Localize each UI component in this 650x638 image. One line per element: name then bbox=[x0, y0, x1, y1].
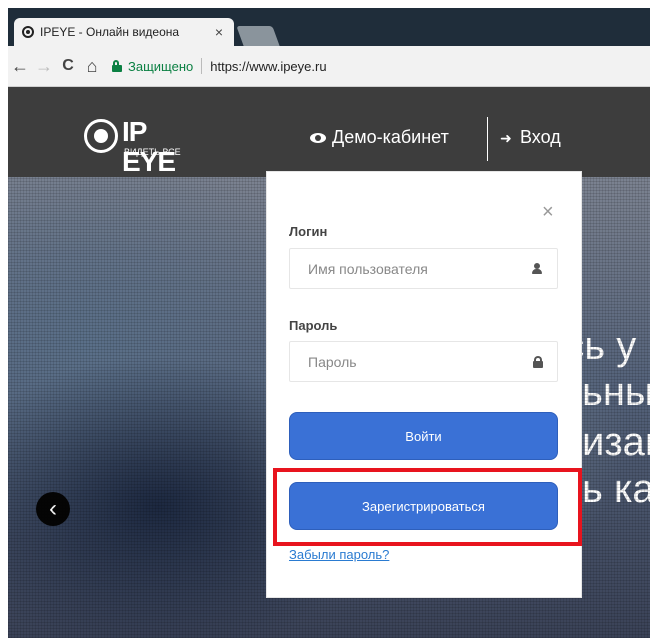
hero-text-line: изац bbox=[582, 420, 650, 464]
nav-divider bbox=[487, 117, 488, 161]
password-label: Пароль bbox=[289, 318, 338, 333]
user-icon bbox=[531, 262, 543, 275]
eye-logo-icon bbox=[84, 119, 118, 153]
forward-icon[interactable]: → bbox=[32, 56, 56, 77]
forgot-password-link[interactable]: Забыли пароль? bbox=[289, 547, 389, 562]
home-icon[interactable]: ⌂ bbox=[80, 56, 104, 77]
new-tab-button[interactable] bbox=[236, 26, 280, 46]
username-field[interactable] bbox=[289, 248, 558, 289]
url-divider bbox=[201, 58, 203, 74]
login-label: Логин bbox=[289, 224, 328, 239]
browser-tab-bar: IPEYE - Онлайн видеона × bbox=[0, 0, 650, 46]
reload-icon[interactable]: C bbox=[56, 57, 80, 75]
site-favicon-icon bbox=[22, 26, 34, 38]
back-icon[interactable]: ← bbox=[8, 56, 32, 77]
lock-icon bbox=[533, 355, 543, 368]
site-header: IP EYE ВИДЕТЬ ВСЕ Демо-кабинет ➜ Вход bbox=[8, 87, 650, 177]
logo-tagline: ВИДЕТЬ ВСЕ bbox=[124, 147, 181, 157]
demo-cabinet-link[interactable]: Демо-кабинет bbox=[310, 127, 449, 148]
eye-icon bbox=[310, 132, 326, 143]
demo-cabinet-label: Демо-кабинет bbox=[332, 127, 449, 147]
site-logo[interactable]: IP EYE ВИДЕТЬ ВСЕ bbox=[84, 117, 194, 177]
tab-close-icon[interactable]: × bbox=[210, 24, 228, 40]
slider-prev-button[interactable]: ‹ bbox=[36, 492, 70, 526]
url-field[interactable]: Защищено https://www.ipeye.ru bbox=[112, 52, 327, 80]
close-icon[interactable]: × bbox=[542, 202, 554, 222]
password-input[interactable] bbox=[306, 352, 533, 371]
secure-label: Защищено bbox=[128, 58, 194, 74]
lock-icon bbox=[112, 60, 122, 72]
sign-in-icon: ➜ bbox=[500, 129, 512, 146]
login-button[interactable]: Войти bbox=[289, 412, 558, 460]
login-link-label: Вход bbox=[520, 127, 561, 147]
address-bar: ← → C ⌂ Защищено https://www.ipeye.ru bbox=[8, 46, 650, 87]
tab-title: IPEYE - Онлайн видеона bbox=[40, 25, 180, 39]
highlight-box bbox=[273, 468, 582, 546]
username-input[interactable] bbox=[306, 259, 531, 278]
login-link[interactable]: ➜ Вход bbox=[500, 127, 561, 148]
url-text[interactable]: https://www.ipeye.ru bbox=[210, 59, 326, 74]
hero-text-line: ьны bbox=[582, 370, 650, 414]
password-field[interactable] bbox=[289, 341, 558, 382]
hero-text-line: ь ка bbox=[582, 467, 650, 511]
browser-tab[interactable]: IPEYE - Онлайн видеона × bbox=[14, 18, 234, 46]
